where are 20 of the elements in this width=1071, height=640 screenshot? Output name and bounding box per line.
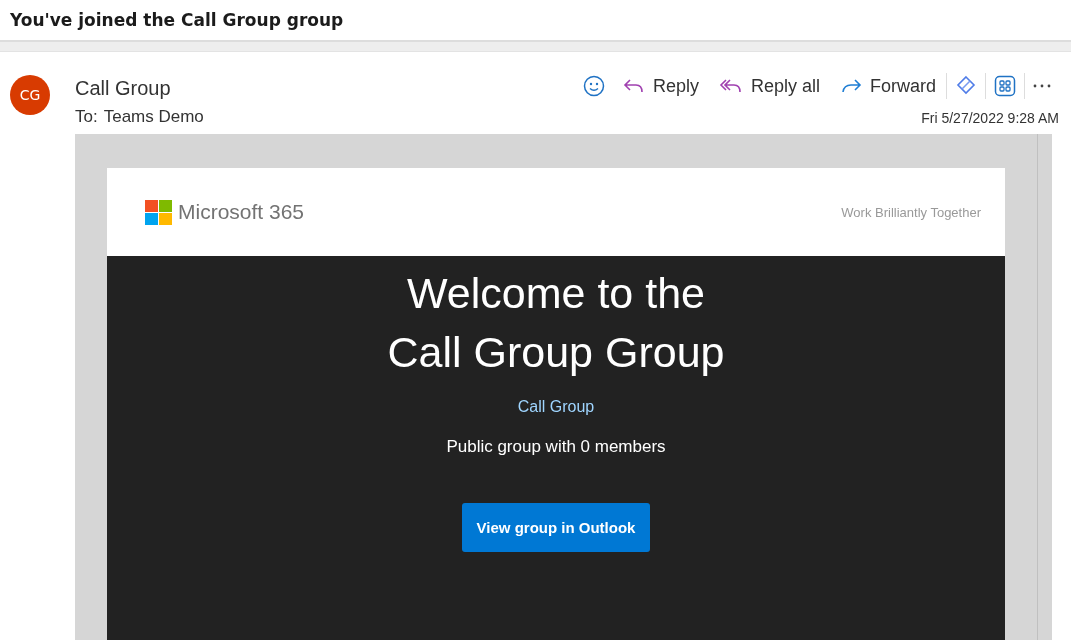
recipient-name[interactable]: Teams Demo [103, 107, 204, 127]
view-group-button[interactable]: View group in Outlook [462, 503, 650, 552]
to-label: To: [75, 107, 98, 127]
message-date: Fri 5/27/2022 9:28 AM [921, 110, 1059, 126]
welcome-heading: Call Group Group [387, 327, 725, 378]
email-subject: You've joined the Call Group group [10, 10, 344, 30]
reply-button[interactable]: Reply [612, 73, 709, 99]
brand-name: Microsoft 365 [178, 200, 305, 224]
reply-all-icon [718, 77, 743, 95]
forward-icon [840, 77, 862, 95]
group-link[interactable]: Call Group [517, 398, 595, 416]
sender-name[interactable]: Call Group [75, 77, 204, 100]
welcome-heading: Welcome to the [407, 268, 705, 319]
reply-icon [622, 77, 645, 95]
reply-all-button[interactable]: Reply all [708, 73, 830, 99]
tagline: Work Brilliantly Together [841, 204, 981, 220]
forward-button[interactable]: Forward [830, 73, 946, 99]
windows-logo-icon [145, 199, 172, 225]
avatar: CG [10, 75, 50, 115]
group-description: Public group with 0 members [446, 437, 666, 457]
